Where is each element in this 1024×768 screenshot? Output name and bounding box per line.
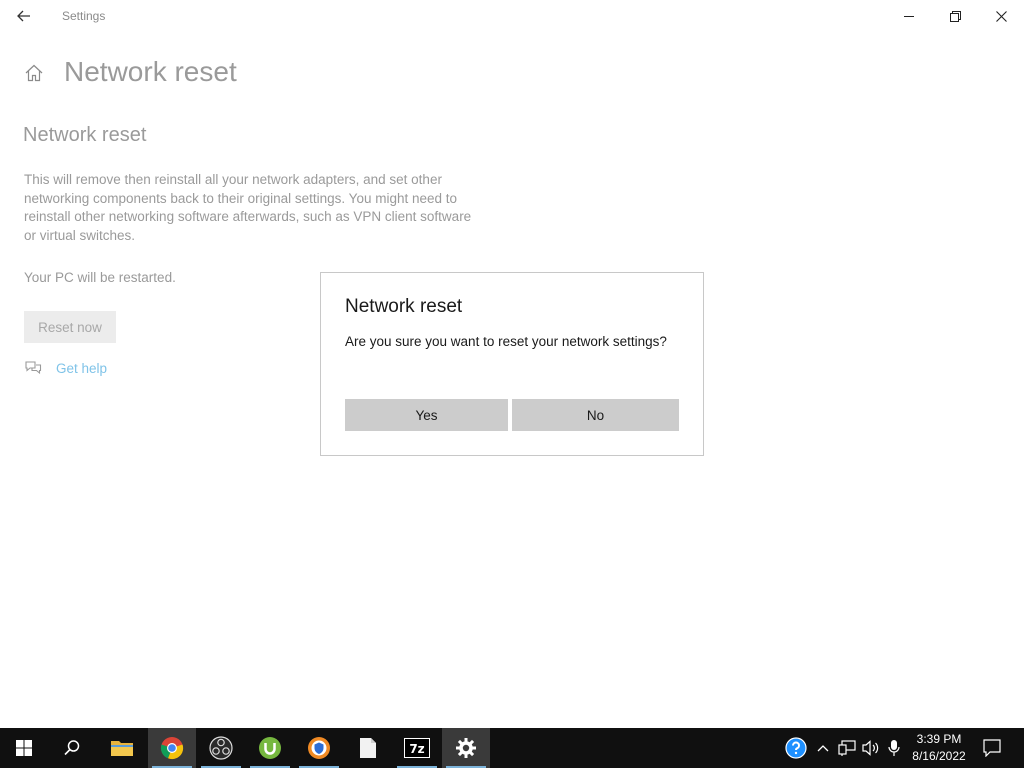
utorrent-icon [259,737,281,759]
network-icon [838,740,856,756]
folder-icon [111,741,133,756]
notification-icon [983,739,1001,757]
get-help-row[interactable]: Get help [24,358,107,378]
search-icon [64,740,80,756]
restart-note: Your PC will be restarted. [24,270,176,285]
taskbar-notepad[interactable] [344,728,392,768]
action-center-button[interactable] [976,728,1008,768]
restore-button[interactable] [932,0,978,32]
chat-help-icon [25,361,42,375]
taskbar-7zip[interactable]: 7z [393,728,441,768]
chrome-icon [160,737,184,760]
dialog-title: Network reset [345,296,463,317]
confirm-dialog: Network reset Are you sure you want to r… [320,272,704,456]
back-button[interactable] [8,4,40,28]
taskbar-utorrent[interactable] [246,728,294,768]
yes-button[interactable]: Yes [345,399,508,431]
page-title: Network reset [64,56,237,87]
window-title: Settings [62,9,106,23]
minimize-icon [904,16,914,17]
shield-browser-icon [308,737,330,759]
close-icon [995,10,1007,22]
taskbar-obs[interactable] [197,728,245,768]
taskbar: 7z 3:39 PM 8/16/2022 [0,728,1024,768]
search-button[interactable] [48,728,96,768]
chevron-up-icon [817,745,829,752]
tray-network[interactable] [836,728,858,768]
reset-now-button[interactable]: Reset now [24,311,116,343]
get-help-link[interactable]: Get help [56,361,107,376]
minimize-button[interactable] [886,0,932,32]
tray-volume[interactable] [860,728,882,768]
volume-icon [862,740,879,756]
taskbar-settings[interactable] [442,728,490,768]
home-icon[interactable] [23,62,45,84]
section-title: Network reset [23,124,147,146]
title-bar: Settings [0,0,1024,32]
clock-date: 8/16/2022 [912,749,966,763]
taskbar-chrome[interactable] [148,728,196,768]
gear-icon [456,738,476,758]
description-text: This will remove then reinstall all your… [24,172,472,243]
tray-microphone[interactable] [884,728,904,768]
document-icon [360,738,376,758]
microphone-icon [888,740,900,756]
close-button[interactable] [978,0,1024,32]
restore-icon [949,10,961,22]
back-arrow-icon [17,10,30,22]
taskbar-clock[interactable]: 3:39 PM 8/16/2022 [908,731,970,765]
tray-show-hidden[interactable] [814,728,832,768]
help-circle-icon [785,737,807,759]
7zip-icon: 7z [404,738,430,758]
taskbar-file-explorer[interactable] [98,728,146,768]
clock-time: 3:39 PM [916,732,962,746]
no-button[interactable]: No [512,399,679,431]
windows-logo-icon [16,740,32,756]
dialog-message: Are you sure you want to reset your netw… [345,334,667,349]
7zip-label: 7z [409,742,424,756]
taskbar-secure-browser[interactable] [295,728,343,768]
obs-icon [209,736,233,760]
start-button[interactable] [0,728,48,768]
tray-help[interactable] [784,728,808,768]
